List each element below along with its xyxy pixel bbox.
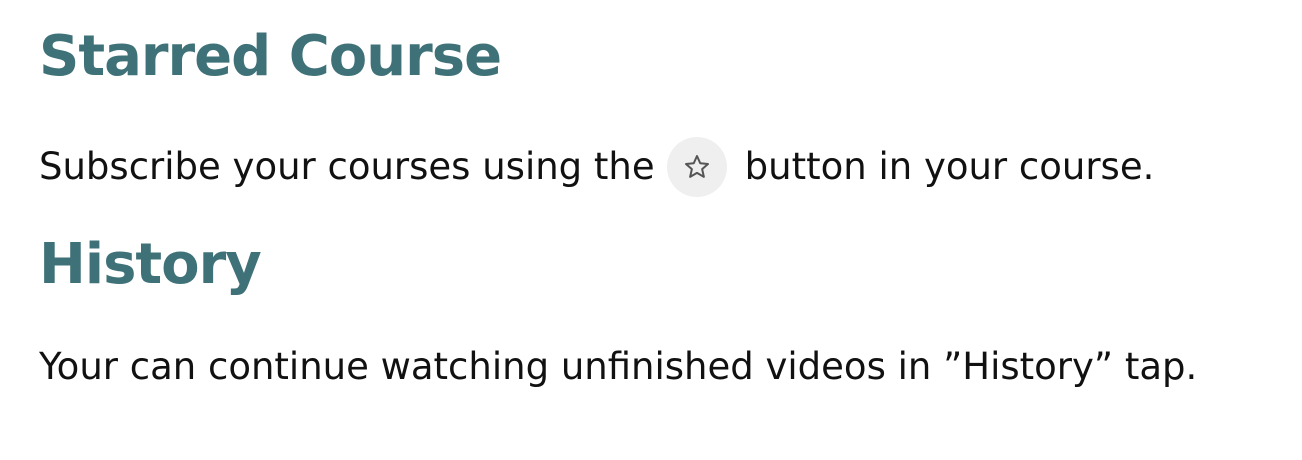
star-outline-icon xyxy=(684,155,709,178)
starred-instruction-text-before: Subscribe your courses using the xyxy=(39,145,655,188)
history-heading: History xyxy=(39,232,262,297)
starred-course-instruction: Subscribe your courses using the button … xyxy=(39,137,1154,197)
star-button[interactable] xyxy=(666,137,727,197)
starred-course-heading: Starred Course xyxy=(39,24,502,89)
history-instruction: Your can continue watching unfinished vi… xyxy=(39,345,1198,388)
starred-instruction-text-after: button in your course. xyxy=(744,145,1155,188)
